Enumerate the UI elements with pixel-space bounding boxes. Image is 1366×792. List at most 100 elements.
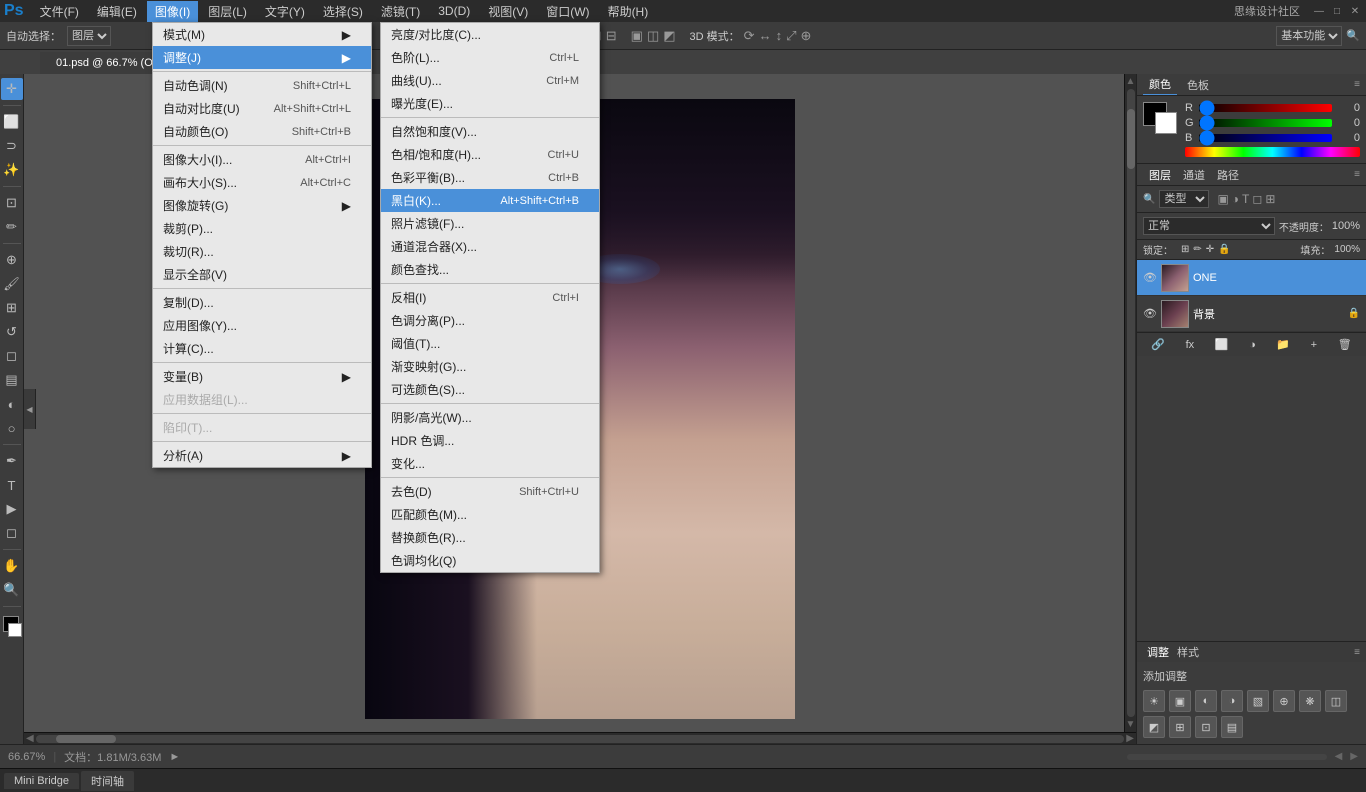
tool-quickselect[interactable]: ✨ [1, 159, 23, 181]
scroll-down-btn[interactable]: ▼ [1126, 719, 1136, 730]
adj-bw[interactable]: 黑白(K)... Alt+Shift+Ctrl+B [381, 189, 599, 212]
toolbar-icon-6[interactable]: ◩ [663, 28, 675, 44]
adj-channelmixer[interactable]: 通道混合器(X)... [381, 235, 599, 258]
blue-slider[interactable] [1199, 134, 1332, 142]
adj-replacecolor[interactable]: 替换颜色(R)... [381, 526, 599, 549]
h-scrollbar[interactable]: ◀ ▶ [24, 732, 1136, 744]
tool-type[interactable]: T [1, 474, 23, 496]
tool-pen[interactable]: ✒ [1, 450, 23, 472]
lock-paint-icon[interactable]: ✏ [1193, 244, 1201, 255]
timeline-tab[interactable]: 时间轴 [81, 771, 134, 791]
adj-brightness[interactable]: ☀ [1143, 690, 1165, 712]
adj-bw[interactable]: ◫ [1325, 690, 1347, 712]
adj-curves[interactable]: 曲线(U)... Ctrl+M [381, 69, 599, 92]
filter-pixel-icon[interactable]: ▣ [1217, 192, 1228, 206]
layer-type-filter[interactable]: 类型 [1159, 190, 1209, 208]
adj-selectivecolor[interactable]: 可选颜色(S)... [381, 378, 599, 401]
adj-desaturate[interactable]: 去色(D) Shift+Ctrl+U [381, 480, 599, 503]
background-swatch[interactable] [1155, 112, 1177, 134]
menu-layer[interactable]: 图层(L) [200, 1, 255, 22]
opacity-value[interactable]: 100% [1332, 220, 1360, 232]
toolbar-icon-3[interactable]: ⊟ [606, 28, 617, 44]
toolbar-icon-5[interactable]: ◫ [647, 28, 659, 44]
menu-variables[interactable]: 变量(B) ▶ [153, 365, 371, 388]
style-tab[interactable]: 样式 [1173, 644, 1203, 660]
menu-image-rotate[interactable]: 图像旋转(G) ▶ [153, 194, 371, 217]
menu-apply-image[interactable]: 应用图像(Y)... [153, 314, 371, 337]
menu-window[interactable]: 窗口(W) [538, 1, 597, 22]
adj-equalize[interactable]: 色调均化(Q) [381, 549, 599, 572]
tool-brush[interactable]: 🖌 [1, 273, 23, 295]
tool-hand[interactable]: ✋ [1, 555, 23, 577]
tool-zoom[interactable]: 🔍 [1, 579, 23, 601]
green-slider[interactable] [1199, 119, 1332, 127]
menu-trim[interactable]: 裁切(R)... [153, 240, 371, 263]
menu-3d[interactable]: 3D(D) [430, 2, 478, 20]
menu-image[interactable]: 图像(I) [147, 1, 198, 22]
adj-invert[interactable]: 反相(I) Ctrl+I [381, 286, 599, 309]
3d-icon-2[interactable]: ↔ [759, 28, 772, 43]
adj-tab[interactable]: 调整 [1143, 644, 1173, 660]
maximize-button[interactable]: □ [1330, 4, 1344, 18]
lock-move-icon[interactable]: ✛ [1206, 244, 1214, 255]
layer-item-one[interactable]: 👁 ONE [1137, 260, 1366, 296]
adj-exposure[interactable]: ◑ [1221, 690, 1243, 712]
color-tab[interactable]: 颜色 [1143, 74, 1177, 95]
menu-duplicate[interactable]: 复制(D)... [153, 291, 371, 314]
menu-crop[interactable]: 裁剪(P)... [153, 217, 371, 240]
mini-bridge-tab[interactable]: Mini Bridge [4, 773, 79, 789]
adj-hsl[interactable]: 色相/饱和度(H)... Ctrl+U [381, 143, 599, 166]
menu-auto-tone[interactable]: 自动色调(N) Shift+Ctrl+L [153, 74, 371, 97]
tool-shape[interactable]: ◻ [1, 522, 23, 544]
tool-gradient[interactable]: ▤ [1, 369, 23, 391]
lock-all-icon[interactable]: 🔒 [1218, 244, 1230, 255]
adj-levels[interactable]: ▣ [1169, 690, 1191, 712]
fg-bg-swatches[interactable] [1143, 102, 1179, 138]
adj-threshold[interactable]: 阈值(T)... [381, 332, 599, 355]
tool-spot-heal[interactable]: ⊕ [1, 249, 23, 271]
adj-invert[interactable]: ▤ [1221, 716, 1243, 738]
left-panel-toggle[interactable]: ◀ [24, 389, 36, 429]
layer-new-btn[interactable]: + [1307, 337, 1321, 353]
color-spectrum[interactable] [1185, 147, 1360, 157]
layer-fx-btn[interactable]: fx [1182, 337, 1199, 353]
fill-value[interactable]: 100% [1334, 244, 1360, 255]
menu-text[interactable]: 文字(Y) [257, 1, 313, 22]
menu-edit[interactable]: 编辑(E) [89, 1, 145, 22]
scroll-right-btn[interactable]: ▶ [1126, 733, 1134, 744]
tool-blur[interactable]: ◐ [1, 393, 23, 415]
v-scrollbar[interactable]: ▲ ▼ [1124, 74, 1136, 732]
adj-colorlookup[interactable]: 颜色查找... [381, 258, 599, 281]
menu-view[interactable]: 视图(V) [480, 1, 536, 22]
tool-path-select[interactable]: ▶ [1, 498, 23, 520]
v-scroll-thumb[interactable] [1127, 109, 1135, 169]
adj-channelmixer[interactable]: ⊞ [1169, 716, 1191, 738]
adj-posterize[interactable]: 色调分离(P)... [381, 309, 599, 332]
tool-crop[interactable]: ⊡ [1, 192, 23, 214]
3d-icon-3[interactable]: ↕ [776, 28, 783, 43]
adj-hsl[interactable]: ⊕ [1273, 690, 1295, 712]
v-scroll-track[interactable] [1127, 89, 1135, 717]
menu-image-size[interactable]: 图像大小(I)... Alt+Ctrl+I [153, 148, 371, 171]
layer-delete-btn[interactable]: 🗑 [1334, 336, 1356, 353]
color-selector[interactable] [1, 614, 23, 640]
adj-panel-menu[interactable]: ≡ [1354, 647, 1360, 658]
adj-vibrance[interactable]: 自然饱和度(V)... [381, 120, 599, 143]
menu-auto-color[interactable]: 自动颜色(O) Shift+Ctrl+B [153, 120, 371, 143]
panel-menu-icon[interactable]: ≡ [1354, 79, 1360, 90]
adj-variations[interactable]: 变化... [381, 452, 599, 475]
adj-photofilter[interactable]: 照片滤镜(F)... [381, 212, 599, 235]
workspace-search-icon[interactable]: 🔍 [1346, 29, 1360, 42]
channels-tab[interactable]: 通道 [1177, 165, 1211, 185]
menu-mode[interactable]: 模式(M) ▶ [153, 23, 371, 46]
filter-shape-icon[interactable]: ◻ [1252, 192, 1262, 206]
adj-hdrtoning[interactable]: HDR 色调... [381, 429, 599, 452]
adj-curves[interactable]: ◐ [1195, 690, 1217, 712]
scroll-left-btn[interactable]: ◀ [26, 733, 34, 744]
nav-arrow-left[interactable]: ◀ [1335, 751, 1343, 762]
adj-exposure[interactable]: 曝光度(E)... [381, 92, 599, 115]
3d-icon-4[interactable]: ⤢ [786, 28, 796, 44]
menu-analysis[interactable]: 分析(A) ▶ [153, 444, 371, 467]
layer-mask-btn[interactable]: ⬜ [1211, 336, 1233, 353]
h-scroll-thumb[interactable] [56, 735, 116, 743]
